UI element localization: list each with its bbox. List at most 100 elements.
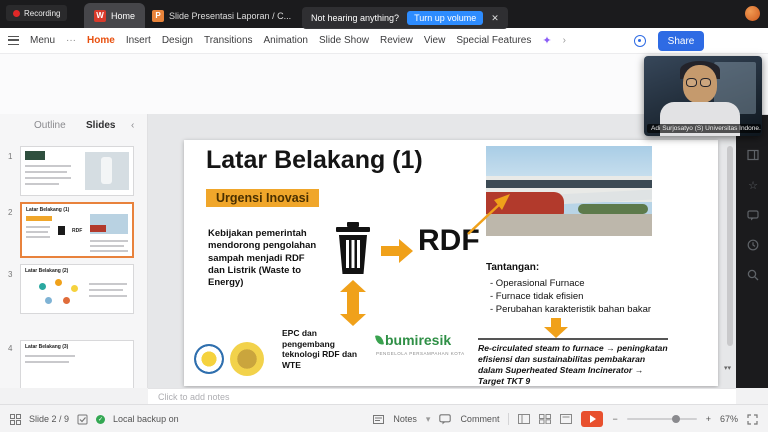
- history-clock-icon[interactable]: [746, 238, 760, 252]
- leaf-icon: [375, 334, 384, 345]
- notes-dropdown-icon[interactable]: ▾: [426, 414, 431, 425]
- footer-note[interactable]: Re-circulated steam to furnace → peningk…: [478, 338, 668, 386]
- thumb-title: Latar Belakang (2): [25, 268, 68, 274]
- notes-toggle-icon[interactable]: [373, 415, 384, 424]
- arrow-right-icon: [381, 239, 413, 263]
- normal-view-icon[interactable]: [518, 414, 530, 424]
- menu-bar: Menu ··· Home Insert Design Transitions …: [0, 28, 768, 54]
- screen: Recording W Home P Slide Presentasi Lapo…: [0, 0, 768, 432]
- audio-toast: Not hearing anything? Turn up volume ✕: [302, 7, 508, 29]
- comments-pane-icon[interactable]: [746, 208, 760, 222]
- slide-sorter-icon[interactable]: [539, 414, 551, 424]
- tab-home-label: Home: [111, 11, 135, 21]
- thumb-photo: [90, 214, 128, 234]
- turn-up-volume-button[interactable]: Turn up volume: [407, 11, 483, 25]
- comment-label[interactable]: Comment: [460, 414, 499, 424]
- recording-badge: Recording: [6, 5, 67, 21]
- wps-logo-icon: W: [94, 10, 106, 22]
- slide-thumbnail-3[interactable]: Latar Belakang (2): [20, 264, 134, 314]
- search-icon[interactable]: [746, 268, 760, 282]
- menu-tab-home[interactable]: Home: [87, 35, 115, 46]
- share-button[interactable]: Share: [658, 31, 704, 51]
- vertical-scrollbar[interactable]: [727, 146, 733, 346]
- bumiresik-logo: bumiresik PENGELOLA PERSAMPAHAN KOTA: [376, 332, 465, 356]
- assistant-icon[interactable]: [634, 35, 646, 47]
- fit-slide-icon[interactable]: [747, 414, 758, 425]
- slide-title[interactable]: Latar Belakang (1): [206, 146, 423, 175]
- thumb-title: Latar Belakang (1): [26, 207, 69, 213]
- challenge-item[interactable]: - Furnace tidak efisien: [490, 291, 680, 302]
- notes-row: Click to add notes: [0, 388, 768, 404]
- thumb-title-block: [25, 151, 45, 160]
- slide-indicator: Slide 2 / 9: [29, 414, 69, 424]
- menu-tab-view[interactable]: View: [424, 35, 446, 46]
- menu-tab-review[interactable]: Review: [380, 35, 413, 46]
- tab-home-app[interactable]: W Home: [84, 3, 145, 28]
- zoom-level[interactable]: 67%: [720, 414, 738, 424]
- backup-status-icon: ✓: [96, 415, 105, 424]
- menu-tab-transitions[interactable]: Transitions: [204, 35, 253, 46]
- glasses-icon: [700, 78, 711, 87]
- epc-text[interactable]: EPC dan pengembang teknologi RDF dan WTE: [282, 328, 372, 371]
- arrow-updown-icon: [340, 280, 366, 326]
- zoom-in-button[interactable]: +: [706, 414, 711, 424]
- slide-thumbnail-4[interactable]: Latar Belakang (3): [20, 340, 134, 388]
- next-slide-chevrons[interactable]: ▾▾: [724, 366, 731, 371]
- toast-text: Not hearing anything?: [311, 13, 399, 23]
- menu-label[interactable]: Menu: [30, 35, 55, 46]
- slide-tag-urgensi[interactable]: Urgensi Inovasi: [206, 189, 319, 207]
- spellcheck-icon[interactable]: [77, 414, 88, 425]
- more-menu-icon[interactable]: ···: [66, 35, 76, 46]
- notes-toggle-label[interactable]: Notes: [393, 414, 417, 424]
- zoom-slider-thumb[interactable]: [672, 415, 680, 423]
- zoom-slider[interactable]: [627, 418, 697, 420]
- thumb-trash-icon: [58, 226, 65, 235]
- tab-outline[interactable]: Outline: [34, 120, 66, 131]
- arrow-down-icon: [544, 318, 568, 338]
- challenge-item[interactable]: - Perubahan karakteristik bahan bakar: [490, 304, 680, 315]
- thumb-image: [85, 152, 129, 190]
- thumb-title: Latar Belakang (3): [25, 344, 68, 350]
- reading-view-icon[interactable]: [560, 414, 572, 424]
- menu-tab-design[interactable]: Design: [162, 35, 193, 46]
- slide-canvas: Latar Belakang (1) Urgensi Inovasi Kebij…: [148, 114, 736, 388]
- meeting-top-bar: Recording W Home P Slide Presentasi Lapo…: [0, 0, 768, 28]
- recording-icon: [13, 10, 20, 17]
- current-slide[interactable]: Latar Belakang (1) Urgensi Inovasi Kebij…: [184, 140, 718, 386]
- challenge-item[interactable]: - Operasional Furnace: [490, 278, 680, 289]
- policy-text[interactable]: Kebijakan pemerintah mendorong pengolaha…: [208, 228, 320, 290]
- connector-arrow-icon: [464, 190, 514, 240]
- slide-thumbnail-2-selected[interactable]: Latar Belakang (1) RDF: [20, 202, 134, 258]
- brand-name: bumiresik: [385, 332, 451, 348]
- menu-tab-special-features[interactable]: Special Features: [456, 35, 531, 46]
- participant-video[interactable]: Adi Surjosatyo (S) Universitas Indone...: [644, 56, 762, 136]
- university-logo-2: [230, 342, 264, 376]
- favorites-star-icon[interactable]: ☆: [746, 178, 760, 192]
- trash-icon[interactable]: [330, 220, 376, 276]
- toast-close-icon[interactable]: ✕: [491, 13, 499, 24]
- slide-thumbnail-1[interactable]: [20, 146, 134, 196]
- slideshow-play-button[interactable]: [581, 411, 603, 427]
- tab-presentation-doc[interactable]: P Slide Presentasi Laporan / C...: [142, 3, 320, 28]
- account-avatar[interactable]: [745, 6, 760, 21]
- hamburger-menu-icon[interactable]: [8, 36, 19, 45]
- slide-number: 3: [8, 270, 12, 279]
- ribbon-expand-icon[interactable]: ›: [563, 35, 566, 46]
- notes-input[interactable]: Click to add notes: [148, 388, 736, 404]
- ai-sparkle-icon[interactable]: ✦: [542, 34, 551, 47]
- slides-panel: Outline Slides ‹ 1 2 Latar Belakang (1) …: [0, 114, 148, 388]
- challenges-title[interactable]: Tantangan:: [486, 262, 539, 273]
- thumb-rdf-label: RDF: [72, 228, 82, 234]
- zoom-out-button[interactable]: −: [612, 414, 617, 424]
- slide-number: 1: [8, 152, 12, 161]
- right-tool-strip: ☆: [738, 148, 768, 282]
- task-pane-icon[interactable]: [746, 148, 760, 162]
- comment-icon[interactable]: [439, 414, 451, 425]
- collapse-panel-icon[interactable]: ‹: [131, 120, 134, 131]
- menu-tab-animation[interactable]: Animation: [264, 35, 308, 46]
- grid-view-icon[interactable]: [10, 414, 21, 425]
- menu-tab-insert[interactable]: Insert: [126, 35, 151, 46]
- tab-slides[interactable]: Slides: [86, 120, 115, 131]
- backup-label[interactable]: Local backup on: [113, 414, 179, 424]
- menu-tab-slideshow[interactable]: Slide Show: [319, 35, 369, 46]
